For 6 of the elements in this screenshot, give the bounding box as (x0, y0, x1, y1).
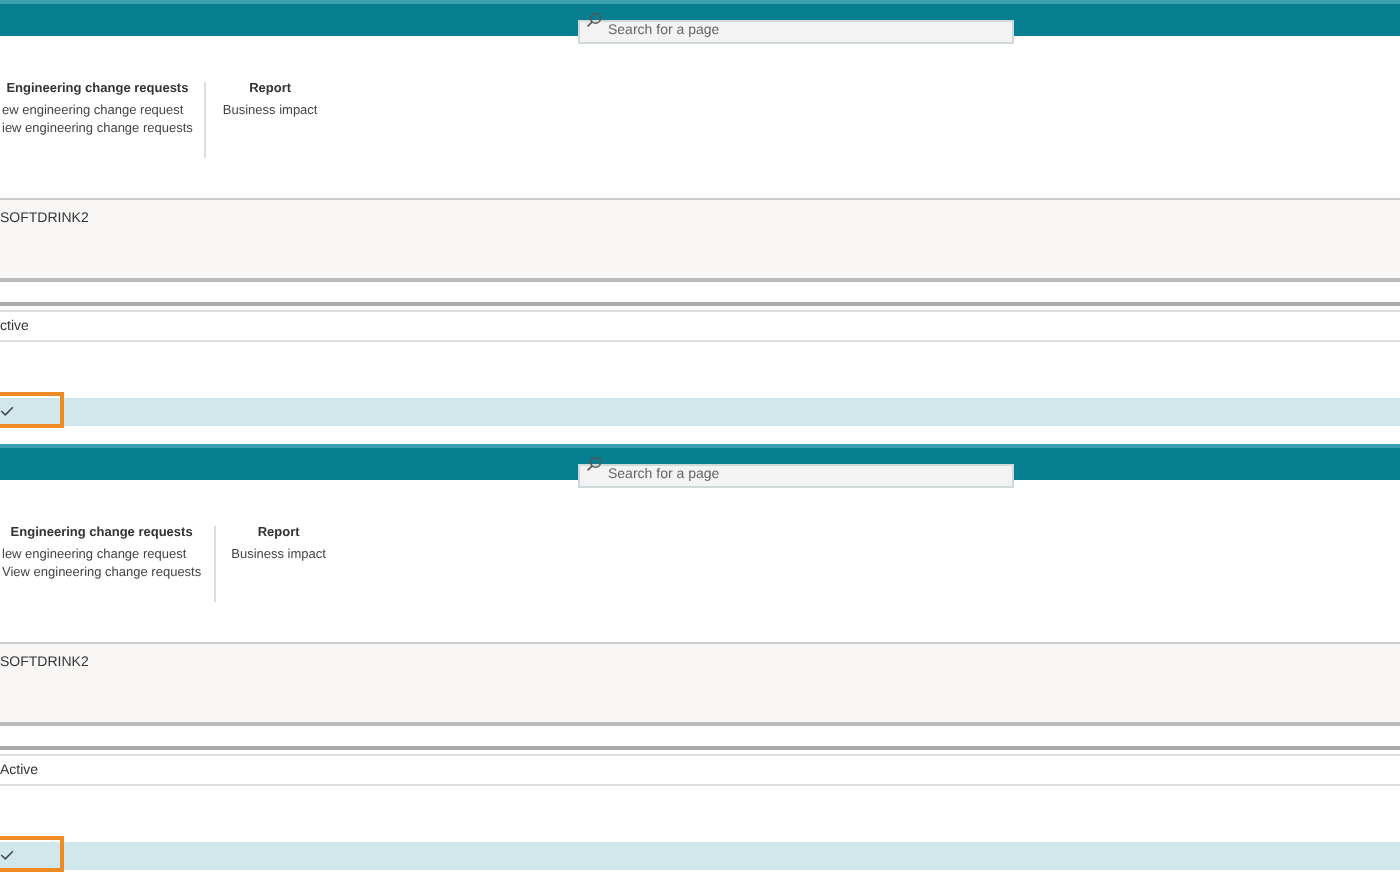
search-icon (586, 12, 602, 28)
row-checkbox[interactable] (0, 392, 64, 428)
search-icon (586, 456, 602, 472)
check-icon (0, 405, 14, 415)
row-checkbox[interactable] (0, 836, 64, 872)
check-icon (0, 849, 14, 859)
